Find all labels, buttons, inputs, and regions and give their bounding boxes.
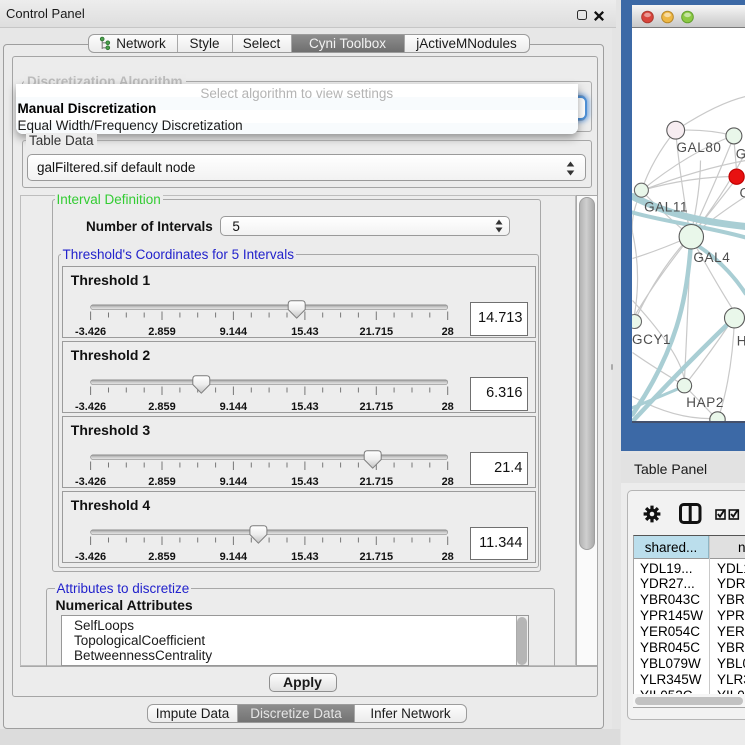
- svg-text:9.144: 9.144: [219, 401, 247, 412]
- svg-text:21.715: 21.715: [359, 475, 393, 486]
- svg-text:15.43: 15.43: [291, 326, 319, 337]
- svg-text:21.715: 21.715: [359, 326, 393, 337]
- svg-text:9.144: 9.144: [219, 550, 247, 561]
- svg-text:GA: GA: [735, 146, 745, 161]
- svg-text:2.859: 2.859: [148, 326, 176, 337]
- svg-text:2.859: 2.859: [148, 475, 176, 486]
- svg-text:GAL4: GAL4: [693, 250, 730, 265]
- svg-text:2.859: 2.859: [148, 550, 176, 561]
- svg-text:HAP2: HAP2: [686, 395, 724, 410]
- svg-text:GAL11: GAL11: [644, 199, 688, 214]
- svg-text:2.859: 2.859: [148, 401, 176, 412]
- svg-text:9.144: 9.144: [219, 326, 247, 337]
- svg-text:28: 28: [441, 475, 453, 486]
- svg-text:GCY1: GCY1: [632, 332, 671, 347]
- svg-text:GAL80: GAL80: [676, 140, 721, 155]
- svg-text:21.715: 21.715: [359, 401, 393, 412]
- svg-text:15.43: 15.43: [291, 475, 319, 486]
- svg-text:28: 28: [441, 550, 453, 561]
- svg-text:-3.426: -3.426: [75, 401, 106, 412]
- svg-text:28: 28: [441, 326, 453, 337]
- svg-text:-3.426: -3.426: [75, 475, 106, 486]
- svg-text:28: 28: [441, 401, 453, 412]
- svg-text:21.715: 21.715: [359, 550, 393, 561]
- svg-text:-3.426: -3.426: [75, 326, 106, 337]
- svg-text:15.43: 15.43: [291, 401, 319, 412]
- svg-text:HI: HI: [736, 333, 745, 348]
- svg-text:GC: GC: [739, 185, 745, 200]
- svg-text:15.43: 15.43: [291, 550, 319, 561]
- svg-text:9.144: 9.144: [219, 475, 247, 486]
- svg-text:-3.426: -3.426: [75, 550, 106, 561]
